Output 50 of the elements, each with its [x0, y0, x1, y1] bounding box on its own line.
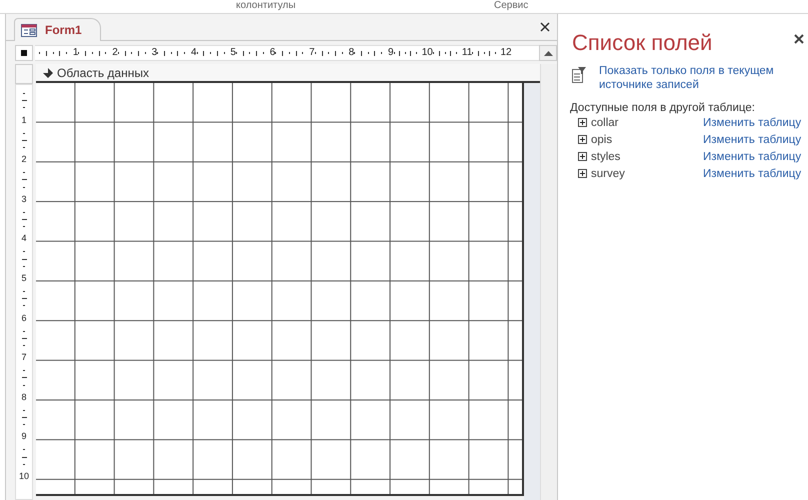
ruler-number: 7 — [309, 48, 315, 58]
ruler-number: 2 — [112, 48, 118, 58]
ruler-number: 1 — [72, 48, 78, 58]
ruler-number: 6 — [21, 312, 26, 323]
ruler-number: 7 — [21, 352, 26, 362]
ruler-number: 11 — [462, 48, 472, 58]
edit-table-link[interactable]: Изменить таблицу — [703, 168, 802, 180]
show-current-fields-link[interactable]: Показать только поля в текущем источнике записей — [599, 64, 799, 92]
section-header[interactable]: Область данных — [36, 64, 540, 83]
ruler-number: 3 — [152, 48, 158, 58]
ruler-number: 10 — [18, 470, 29, 481]
table-name[interactable]: opis — [591, 134, 703, 146]
ruler-number: 8 — [348, 48, 354, 58]
ribbon-group-label: колонтитулы — [236, 0, 296, 12]
ruler-number: 12 — [500, 48, 512, 58]
select-form-button[interactable] — [15, 45, 33, 61]
ruler-number: 10 — [422, 48, 433, 58]
filter-list-icon — [572, 67, 586, 83]
edit-table-link[interactable]: Изменить таблицу — [703, 134, 802, 146]
close-icon[interactable] — [794, 34, 804, 44]
arrow-icon — [42, 68, 53, 78]
table-name[interactable]: survey — [591, 168, 703, 180]
ruler-number: 3 — [21, 194, 26, 204]
scroll-up-button[interactable] — [539, 45, 557, 61]
form-icon — [21, 24, 37, 36]
ruler-number: 5 — [21, 272, 26, 283]
ruler-number: 6 — [270, 48, 276, 58]
section-heading: Доступные поля в другой таблице: — [570, 102, 756, 114]
caret-icon — [544, 50, 552, 56]
ruler-number: 2 — [21, 154, 26, 164]
ruler-number: 9 — [388, 48, 394, 58]
table-name[interactable]: styles — [591, 150, 703, 162]
edit-table-link[interactable]: Изменить таблицу — [703, 116, 802, 128]
ruler-number: 5 — [230, 48, 236, 58]
ruler-number: 4 — [191, 48, 197, 58]
ruler-number: 9 — [21, 431, 26, 442]
ruler-number: 8 — [21, 392, 26, 402]
document-tab[interactable]: Form1 — [14, 18, 101, 41]
expand-icon[interactable] — [578, 169, 587, 178]
ruler-number: 4 — [21, 233, 26, 244]
expand-icon[interactable] — [578, 135, 587, 144]
table-name[interactable]: collar — [591, 116, 703, 128]
expand-icon[interactable] — [578, 152, 587, 161]
close-icon[interactable] — [540, 22, 550, 32]
ruler-number: 1 — [21, 114, 26, 125]
ribbon-group-label: Сервис — [494, 0, 528, 12]
edit-table-link[interactable]: Изменить таблицу — [703, 150, 802, 162]
section-title: Область данных — [57, 66, 149, 80]
panel-title: Список полей — [572, 30, 712, 56]
expand-icon[interactable] — [578, 118, 587, 127]
